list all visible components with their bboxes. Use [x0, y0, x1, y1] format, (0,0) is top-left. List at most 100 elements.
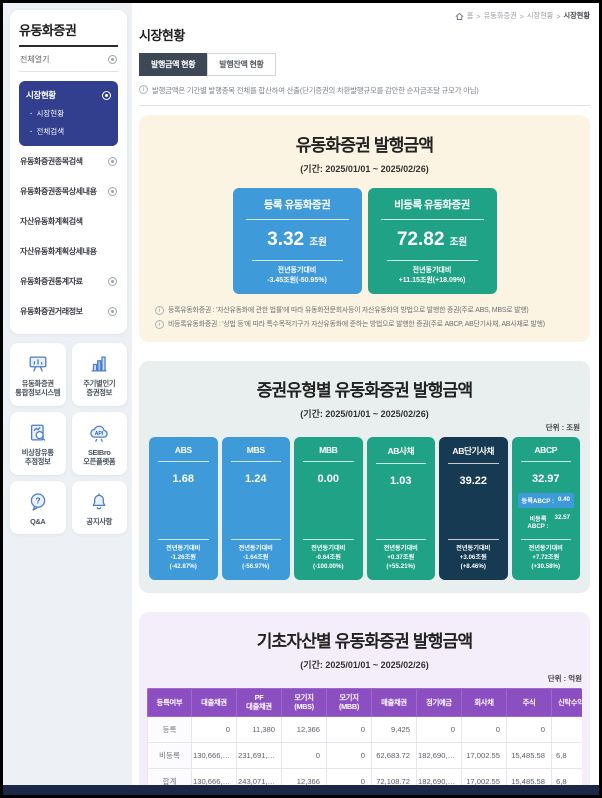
- box-label: 비등록 유동화증권: [381, 197, 484, 220]
- divider: [139, 105, 590, 106]
- type-box-mbs: MBS 1.24 전년동기대비-1.64조원(-56.97%): [222, 437, 291, 580]
- tab-issue-amount[interactable]: 발행금액 현황: [139, 53, 207, 76]
- question-bubble-icon: ?: [12, 491, 64, 513]
- table-row: 비등록 130,666,… 231,691,… 0 0 62,683.72 18…: [148, 742, 583, 768]
- breadcrumb: 홈 > 유동화증권 > 시장현황 > 시장현황: [139, 9, 590, 21]
- unregistered-abcp-row: 비등록ABCP :32.57: [518, 511, 575, 533]
- sidebar-item-label: 유동화증권통계자료: [20, 276, 83, 287]
- board-chart-icon: [12, 353, 64, 375]
- layout: 유동화증권 전체열기 시장현황 · 시장현황 ·: [3, 3, 599, 795]
- breadcrumb-current: 시장현황: [564, 11, 590, 21]
- table-header-row: 등록여부 대출채권 PF 대출채권 모기지 (MBS) 모기지 (MBB) 매출…: [148, 688, 583, 716]
- asset-table: 등록여부 대출채권 PF 대출채권 모기지 (MBS) 모기지 (MBB) 매출…: [147, 688, 582, 795]
- box-value: 72.82 조원: [377, 229, 488, 251]
- info-icon: i: [155, 320, 164, 329]
- sidebar-item-label: 유동화증권거래정보: [20, 306, 83, 317]
- box-value: 3.32 조원: [242, 229, 353, 251]
- sidebar-subitem-full-search[interactable]: · 전체검색: [26, 126, 111, 137]
- registered-abs-box: 등록 유동화증권 3.32 조원 전년동기대비 -3.45조원(-50.95%): [233, 188, 362, 294]
- home-icon[interactable]: [455, 12, 464, 21]
- summary-card: 유동화증권 발행금액 (기간: 2025/01/01 ~ 2025/02/26)…: [139, 115, 590, 342]
- quicklink-label: 비상장유통 추정정보: [12, 448, 64, 467]
- breadcrumb-home[interactable]: 홈: [467, 11, 474, 21]
- quicklink-label: 공지사항: [74, 517, 126, 526]
- sidebar-item-market-status[interactable]: 시장현황 · 시장현황 · 전체검색: [19, 81, 118, 146]
- expand-all-icon: [108, 55, 117, 64]
- breadcrumb-separator: >: [476, 12, 480, 21]
- sidebar-item-label: 자산유동화계획검색: [20, 216, 83, 227]
- sidebar-item-security-detail[interactable]: 유동화증권종목상세내용: [19, 176, 118, 206]
- type-box-ab-bond: AB사채 1.03 전년동기대비+0.37조원(+55.21%): [367, 437, 436, 580]
- type-box-mbb: MBB 0.00 전년동기대비-0.64조원(-100.00%): [294, 437, 363, 580]
- quicklink-qna[interactable]: ? Q&A: [10, 481, 66, 534]
- quicklink-notice[interactable]: 공지사항: [72, 481, 128, 534]
- sidebar-item-label: 시장현황: [26, 89, 56, 101]
- note-line: i 비등록유동화증권 : '상법 등'에 따라 특수목적기구가 자산유동화에 준…: [155, 320, 578, 330]
- registered-abcp-row: 등록ABCP :0.40: [518, 493, 575, 508]
- type-box-abcp: ABCP 32.97 등록ABCP :0.40 비등록ABCP :32.57: [512, 437, 581, 580]
- tab-issue-balance[interactable]: 발행잔액 현황: [207, 53, 275, 76]
- bullet-icon: ·: [30, 127, 33, 136]
- type-box-ab-stb: AB단기사채 39.22 전년동기대비+3.06조원(+8.46%): [439, 437, 508, 580]
- quicklink-label: 유동화증권 통합정보시스템: [12, 379, 64, 398]
- type-card: 증권유형별 유동화증권 발행금액 (기간: 2025/01/01 ~ 2025/…: [139, 361, 590, 593]
- breadcrumb-item[interactable]: 유동화증권: [484, 11, 517, 21]
- sidebar-item-security-search[interactable]: 유동화증권종목검색: [19, 146, 118, 176]
- note-line: i 등록유동화증권 : '자산유동화에 관한 법률'에 따라 유동화전문회사등이…: [155, 306, 578, 316]
- unit-label: 단위 : 억원: [147, 673, 582, 684]
- page: 유동화증권 전체열기 시장현황 · 시장현황 ·: [3, 3, 599, 795]
- sidebar-item-statistics[interactable]: 유동화증권통계자료: [19, 266, 118, 296]
- quicklink-seibro-open-platform[interactable]: API SEIBro 오픈플랫폼: [72, 412, 128, 475]
- svg-text:?: ?: [35, 497, 40, 506]
- quicklink-integrated-info-system[interactable]: 유동화증권 통합정보시스템: [10, 343, 66, 406]
- footer-bar: [3, 785, 599, 795]
- sidebar-nav-card: 유동화증권 전체열기 시장현황 · 시장현황 ·: [10, 10, 127, 334]
- summary-card-title: 유동화증권 발행금액: [151, 131, 578, 156]
- sidebar-title: 유동화증권: [19, 20, 118, 47]
- box-yoy: 전년동기대비 +11.15조원(+18.09%): [377, 266, 488, 286]
- expand-all-button[interactable]: 전체열기: [19, 47, 118, 72]
- breadcrumb-separator: >: [520, 12, 524, 21]
- tab-bar: 발행금액 현황 발행잔액 현황: [139, 53, 590, 76]
- quicklink-label: SEIBro 오픈플랫폼: [74, 448, 126, 467]
- unit-label: 단위 : 조원: [149, 422, 580, 433]
- sidebar-quick-links: 유동화증권 통합정보시스템 주기별인기 증권정보: [10, 343, 127, 542]
- sidebar-subitem-label: 전체검색: [37, 126, 65, 137]
- box-yoy: 전년동기대비 -3.45조원(-50.95%): [242, 266, 353, 286]
- expand-icon: [108, 277, 117, 286]
- unregistered-abs-box: 비등록 유동화증권 72.82 조원 전년동기대비 +11.15조원(+18.0…: [368, 188, 497, 294]
- sidebar-item-plan-search[interactable]: 자산유동화계획검색: [19, 206, 118, 236]
- asset-card: 기초자산별 유동화증권 발행금액 (기간: 2025/01/01 ~ 2025/…: [139, 612, 590, 795]
- summary-card-period: (기간: 2025/01/01 ~ 2025/02/26): [151, 162, 578, 175]
- expand-icon: [108, 307, 117, 316]
- info-note: i 발행금액은 기간별 발행종목 전체를 합산하여 산출(단기증권의 차환발행규…: [139, 85, 590, 96]
- collapse-icon: [102, 91, 111, 100]
- quicklink-unlisted-estimate-info[interactable]: 비상장유통 추정정보: [10, 412, 66, 475]
- breadcrumb-separator: >: [556, 12, 560, 21]
- bell-icon: [74, 491, 126, 513]
- sidebar-item-plan-detail[interactable]: 자산유동화계획상세내용: [19, 236, 118, 266]
- expand-all-label: 전체열기: [20, 54, 49, 65]
- type-card-title: 증권유형별 유동화증권 발행금액: [149, 376, 580, 401]
- document-search-icon: [12, 422, 64, 444]
- quicklink-label: 주기별인기 증권정보: [74, 379, 126, 398]
- summary-notes: i 등록유동화증권 : '자산유동화에 관한 법률'에 따라 유동화전문회사등이…: [151, 306, 578, 330]
- api-cloud-icon: API: [74, 422, 126, 444]
- sidebar-subitem-market-status[interactable]: · 시장현황: [26, 108, 111, 119]
- asset-card-title: 기초자산별 유동화증권 발행금액: [147, 627, 582, 652]
- sidebar-item-label: 유동화증권종목검색: [20, 156, 83, 167]
- breadcrumb-item[interactable]: 시장현황: [527, 11, 553, 21]
- type-card-period: (기간: 2025/01/01 ~ 2025/02/26): [149, 407, 580, 420]
- expand-icon: [108, 157, 117, 166]
- sidebar-item-trade-info[interactable]: 유동화증권거래정보: [19, 296, 118, 326]
- asset-card-period: (기간: 2025/01/01 ~ 2025/02/26): [147, 658, 582, 671]
- type-box-abs: ABS 1.68 전년동기대비-1.26조원(-42.87%): [149, 437, 218, 580]
- sidebar-item-label: 유동화증권종목상세내용: [20, 186, 97, 197]
- info-note-text: 발행금액은 기간별 발행종목 전체를 합산하여 산출(단기증권의 차환발행규모를…: [152, 85, 479, 96]
- expand-icon: [108, 187, 117, 196]
- info-icon: i: [155, 306, 164, 315]
- quicklink-label: Q&A: [12, 517, 64, 526]
- page-title: 시장현황: [139, 25, 590, 44]
- bar-chart-icon: [74, 353, 126, 375]
- quicklink-period-popular-securities[interactable]: 주기별인기 증권정보: [72, 343, 128, 406]
